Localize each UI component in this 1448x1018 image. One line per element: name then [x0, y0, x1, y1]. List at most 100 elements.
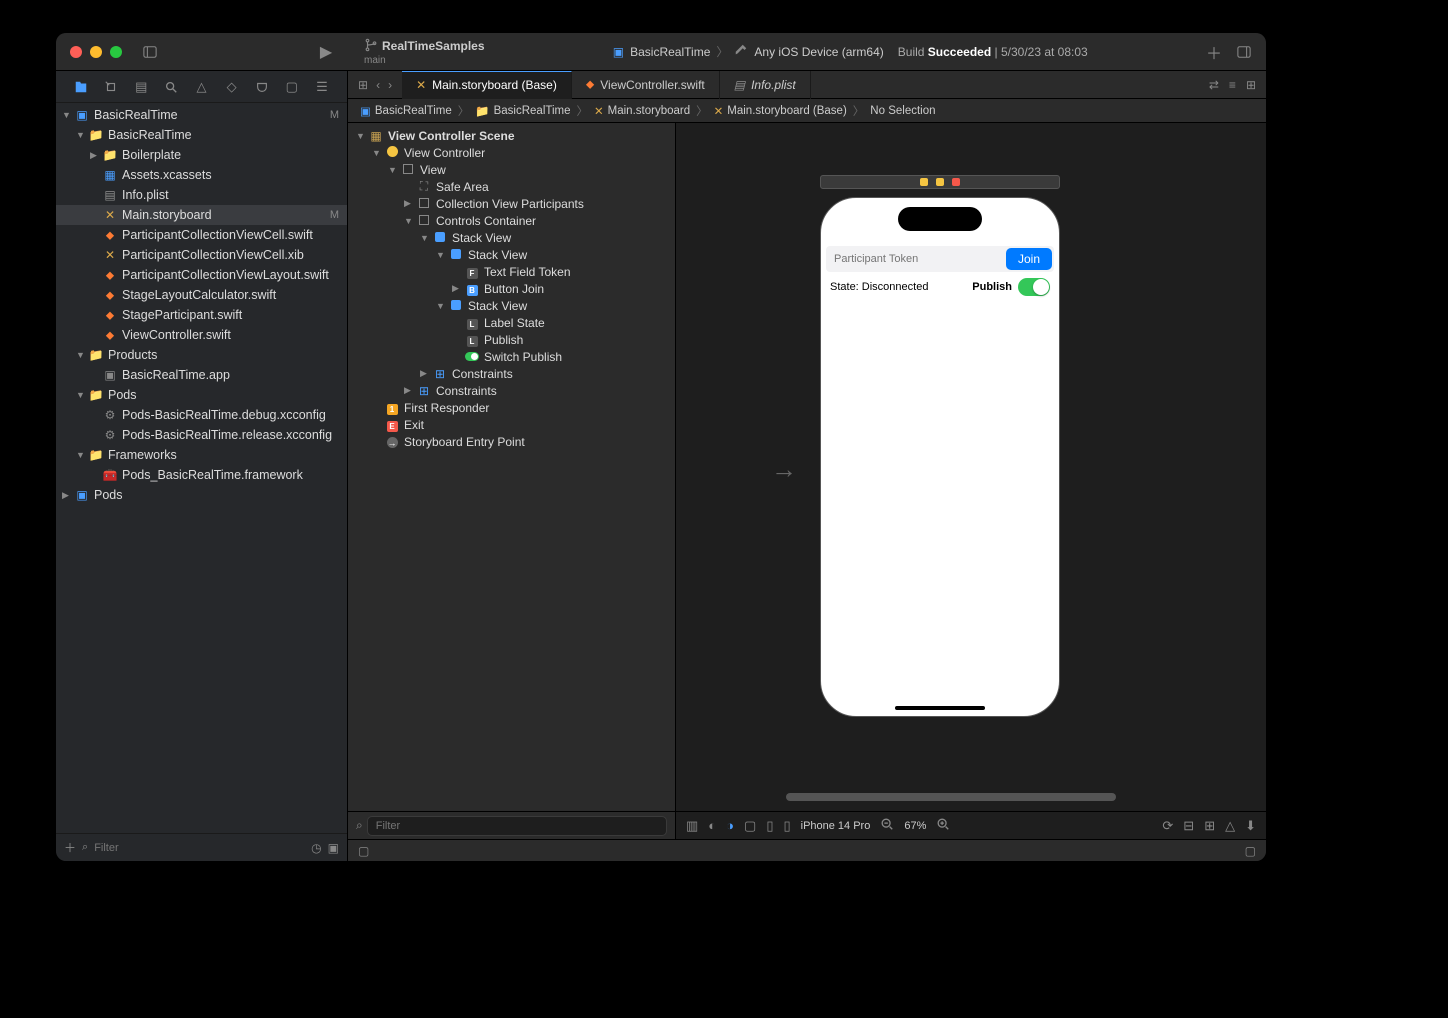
outline-row[interactable]: 1First Responder	[348, 399, 675, 416]
outline-row[interactable]: ▼View	[348, 161, 675, 178]
navigator-filter-input[interactable]	[94, 842, 305, 854]
add-icon[interactable]: ＋	[64, 839, 76, 856]
tree-row[interactable]: ⬥ParticipantCollectionViewCell.swift	[56, 225, 347, 245]
tree-row[interactable]: ▼📁Products	[56, 345, 347, 365]
source-control-navigator-icon[interactable]	[102, 78, 120, 96]
outline-row[interactable]: ▶⊞Constraints	[348, 382, 675, 399]
outline-row[interactable]: ▶BButton Join	[348, 280, 675, 297]
tab-info-plist[interactable]: ▤Info.plist	[720, 71, 811, 99]
outline-row[interactable]: ▼View Controller	[348, 144, 675, 161]
outline-row[interactable]: EExit	[348, 416, 675, 433]
tree-row[interactable]: ▣BasicRealTime.app	[56, 365, 347, 385]
publish-switch[interactable]	[1018, 278, 1050, 296]
tree-row[interactable]: ▼📁Frameworks	[56, 445, 347, 465]
adjust-editor-icon[interactable]: ⇄	[1209, 78, 1219, 92]
device-preview[interactable]: Join State: Disconnected Publish	[820, 197, 1060, 717]
exit-dock-icon[interactable]	[952, 178, 960, 186]
resolve-icon[interactable]: △	[1225, 818, 1235, 834]
embed-icon[interactable]: ⬇	[1245, 818, 1256, 834]
outline-row[interactable]: ▼Stack View	[348, 229, 675, 246]
tree-row[interactable]: ⚙Pods-BasicRealTime.debug.xcconfig	[56, 405, 347, 425]
report-navigator-icon[interactable]: ☰	[313, 78, 331, 96]
zoom-icon[interactable]	[110, 46, 122, 58]
minimize-icon[interactable]	[90, 46, 102, 58]
zoom-level[interactable]: 67%	[904, 820, 926, 832]
symbol-navigator-icon[interactable]: ▤	[132, 78, 150, 96]
library-icon[interactable]	[1236, 44, 1252, 60]
zoom-out-icon[interactable]	[880, 817, 894, 834]
outline-toggle-icon[interactable]: ▥	[686, 818, 698, 834]
first-responder-dock-icon[interactable]	[936, 178, 944, 186]
scheme-selector[interactable]: ▣ BasicRealTime 〉 Any iOS Device (arm64)	[613, 43, 884, 60]
outline-row[interactable]: ▼▦View Controller Scene	[348, 127, 675, 144]
orientation-icon[interactable]: ▢	[744, 818, 756, 834]
tree-row[interactable]: ⬥StageParticipant.swift	[56, 305, 347, 325]
outline-row[interactable]: ▼Stack View	[348, 246, 675, 263]
find-navigator-icon[interactable]	[162, 78, 180, 96]
update-frames-icon[interactable]: ⟳	[1162, 818, 1173, 834]
tree-row-selected[interactable]: ✕Main.storyboardM	[56, 205, 347, 225]
outline-filter-input[interactable]	[367, 816, 667, 836]
sidebar-toggle-icon[interactable]	[142, 44, 158, 60]
clock-icon[interactable]: ◷	[311, 841, 321, 855]
outline-row[interactable]: ▼Stack View	[348, 297, 675, 314]
issue-navigator-icon[interactable]: △	[192, 78, 210, 96]
vc-dock-icon[interactable]	[920, 178, 928, 186]
zoom-in-icon[interactable]	[936, 817, 950, 834]
tree-row[interactable]: ⬥StageLayoutCalculator.swift	[56, 285, 347, 305]
debug-navigator-icon[interactable]	[253, 78, 271, 96]
debug-toggle-icon[interactable]: ▢	[1245, 844, 1256, 858]
device-icon[interactable]: ▯	[783, 818, 790, 834]
tree-row[interactable]: ▤Info.plist	[56, 185, 347, 205]
align-icon[interactable]: ⊟	[1183, 818, 1194, 834]
tab-main-storyboard[interactable]: ✕Main.storyboard (Base)	[402, 71, 572, 99]
horizontal-scrollbar[interactable]	[786, 793, 1116, 801]
pin-icon[interactable]: ⊞	[1204, 818, 1215, 834]
tree-row[interactable]: 🧰Pods_BasicRealTime.framework	[56, 465, 347, 485]
build-status[interactable]: Build Succeeded | 5/30/23 at 08:03	[898, 45, 1088, 59]
tree-row[interactable]: ⬥ParticipantCollectionViewLayout.swift	[56, 265, 347, 285]
test-navigator-icon[interactable]: ◇	[223, 78, 241, 96]
scene-dock[interactable]	[820, 175, 1060, 189]
close-icon[interactable]	[70, 46, 82, 58]
tab-viewcontroller[interactable]: ⬥ViewController.swift	[572, 71, 720, 99]
tree-row[interactable]: ▼📁BasicRealTime	[56, 125, 347, 145]
tree-row[interactable]: ⚙Pods-BasicRealTime.release.xcconfig	[56, 425, 347, 445]
device-name[interactable]: iPhone 14 Pro	[801, 820, 871, 832]
jump-bar[interactable]: ▣ BasicRealTime〉 📁 BasicRealTime〉 ✕ Main…	[348, 99, 1266, 123]
tree-row[interactable]: ⬥ViewController.swift	[56, 325, 347, 345]
editor-options-icon[interactable]: ≡	[1229, 78, 1236, 92]
breakpoint-navigator-icon[interactable]: ▢	[283, 78, 301, 96]
appearance-icon[interactable]: ◑	[726, 818, 734, 833]
add-editor-icon[interactable]: ⊞	[1246, 78, 1256, 92]
outline-row[interactable]: ▼Controls Container	[348, 212, 675, 229]
project-navigator-icon[interactable]	[72, 78, 90, 96]
outline-row[interactable]: LPublish	[348, 331, 675, 348]
outline-row[interactable]: →Storyboard Entry Point	[348, 433, 675, 450]
outline-row[interactable]: ▶⊞Constraints	[348, 365, 675, 382]
back-icon[interactable]: ‹	[376, 78, 380, 92]
project-title[interactable]: RealTimeSamples main	[354, 38, 495, 66]
join-button[interactable]: Join	[1006, 248, 1052, 270]
interface-builder-canvas[interactable]: → Join State: Disconnected	[676, 123, 1266, 811]
grid-icon[interactable]: ⊞	[358, 78, 368, 92]
tree-row[interactable]: ▼▣BasicRealTimeM	[56, 105, 347, 125]
outline-row[interactable]: Switch Publish	[348, 348, 675, 365]
run-icon[interactable]: ▶	[318, 44, 334, 60]
participant-token-field[interactable]	[828, 249, 1002, 269]
tree-row[interactable]: ✕ParticipantCollectionViewCell.xib	[56, 245, 347, 265]
outline-row[interactable]: ▶Collection View Participants	[348, 195, 675, 212]
tree-row[interactable]: ▶▣Pods	[56, 485, 347, 505]
debug-view-icon[interactable]: ▢	[358, 844, 369, 858]
tree-row[interactable]: ▶📁Boilerplate	[56, 145, 347, 165]
tree-row[interactable]: ▼📁Pods	[56, 385, 347, 405]
tree-row[interactable]: ▦Assets.xcassets	[56, 165, 347, 185]
outline-row[interactable]: FText Field Token	[348, 263, 675, 280]
scm-filter-icon[interactable]: ▣	[328, 841, 339, 855]
forward-icon[interactable]: ›	[388, 78, 392, 92]
adjust-icon[interactable]: ◐	[708, 818, 716, 833]
plus-icon[interactable]: ＋	[1206, 44, 1222, 60]
outline-row[interactable]: ⛶Safe Area	[348, 178, 675, 195]
layout-icon[interactable]: ▯	[766, 818, 773, 834]
outline-row[interactable]: LLabel State	[348, 314, 675, 331]
